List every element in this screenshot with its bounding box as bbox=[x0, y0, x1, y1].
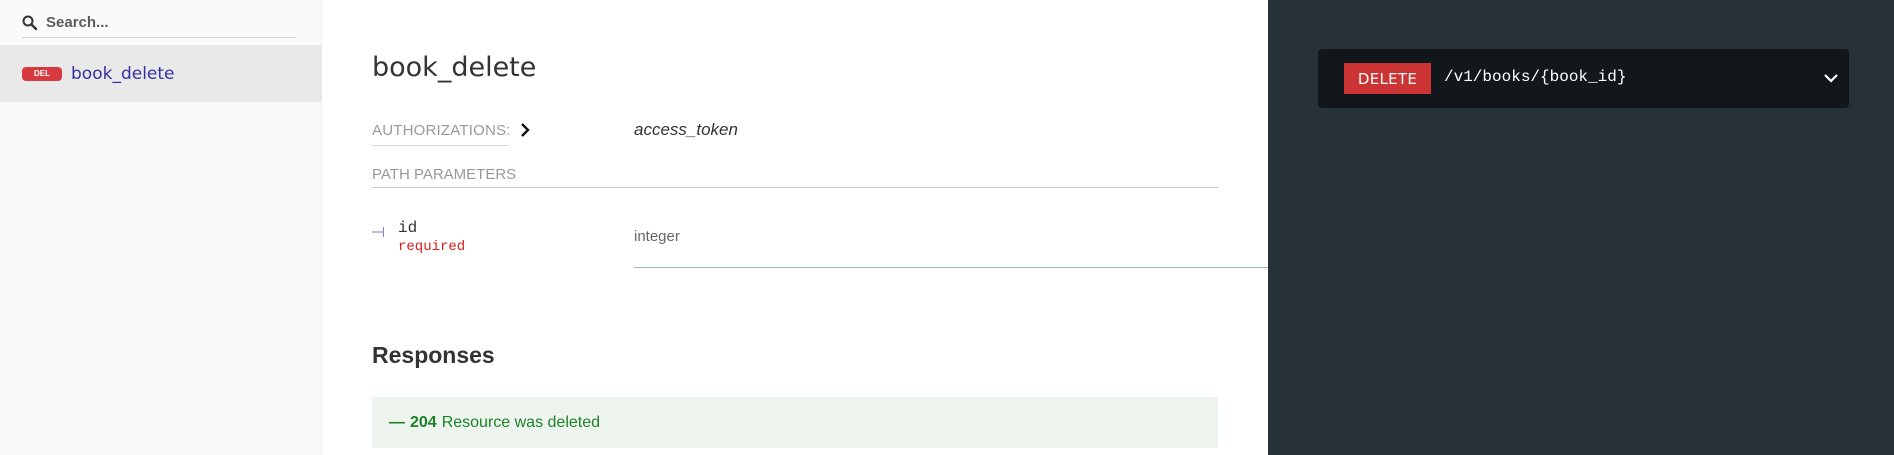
chevron-right-icon[interactable] bbox=[518, 122, 532, 138]
search-box bbox=[22, 8, 296, 38]
del-method-badge: DEL bbox=[22, 66, 62, 81]
operation-title: book_delete bbox=[372, 52, 537, 83]
authorizations-row: AUTHORIZATIONS: access_token bbox=[372, 118, 1168, 146]
param-divider bbox=[634, 267, 1268, 268]
delete-method-badge: DELETE bbox=[1344, 63, 1431, 94]
param-type: integer bbox=[634, 228, 680, 245]
sidebar: DEL book_delete bbox=[0, 0, 322, 455]
sidebar-item-label: book_delete bbox=[71, 63, 175, 84]
endpoint-path: /v1/books/{book_id} bbox=[1444, 68, 1627, 86]
responses-title: Responses bbox=[372, 342, 495, 368]
response-description: Resource was deleted bbox=[441, 413, 601, 431]
param-row: id required integer bbox=[372, 218, 1268, 270]
authorizations-value: access_token bbox=[634, 120, 738, 139]
endpoint-toggle[interactable]: DELETE /v1/books/{book_id} bbox=[1318, 49, 1849, 108]
search-input[interactable] bbox=[46, 14, 276, 31]
chevron-down-icon[interactable] bbox=[1823, 71, 1839, 85]
main-content: book_delete AUTHORIZATIONS: access_token… bbox=[322, 0, 1268, 455]
response-204[interactable]: — 204 Resource was deleted bbox=[372, 397, 1218, 448]
param-tree-line-icon bbox=[372, 224, 386, 237]
right-panel: DELETE /v1/books/{book_id} bbox=[1268, 0, 1894, 455]
response-dash: — bbox=[389, 413, 405, 431]
param-required-flag: required bbox=[398, 239, 466, 255]
response-code: 204 bbox=[410, 413, 437, 431]
path-parameters-heading: PATH PARAMETERS bbox=[372, 166, 1218, 188]
param-name: id bbox=[398, 219, 418, 237]
sidebar-item-book-delete[interactable]: DEL book_delete bbox=[0, 45, 322, 102]
authorizations-label[interactable]: AUTHORIZATIONS: bbox=[372, 122, 510, 146]
search-icon bbox=[22, 15, 38, 31]
